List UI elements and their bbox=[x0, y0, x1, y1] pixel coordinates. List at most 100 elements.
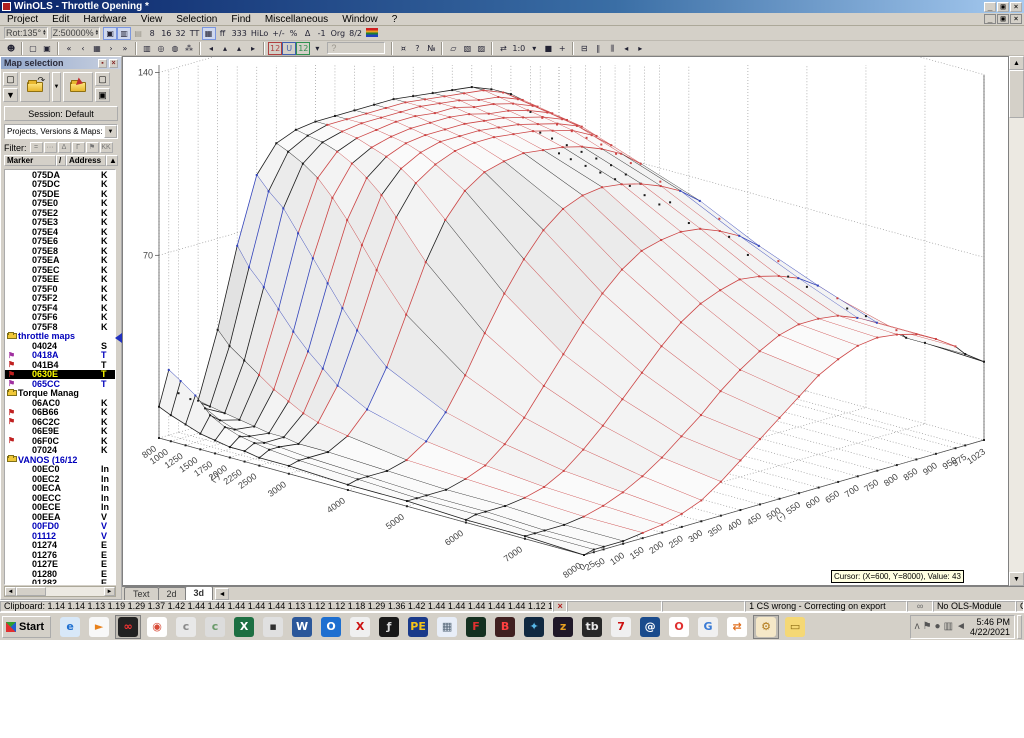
map-row[interactable]: 0127E E bbox=[5, 559, 115, 569]
redo-right-button[interactable]: ▸ bbox=[246, 42, 260, 55]
minimize-button[interactable]: _ bbox=[984, 1, 996, 12]
map-row[interactable]: 075E4 K bbox=[5, 227, 115, 237]
nav-last-button[interactable]: » bbox=[118, 42, 132, 55]
taskbar-calculator-icon[interactable]: ▦ bbox=[434, 615, 460, 639]
map-row[interactable]: ⚑ 06B66 K bbox=[5, 407, 115, 417]
taskbar-opera-app-icon[interactable]: O bbox=[666, 615, 692, 639]
taskbar-script-app-icon[interactable]: ƒ bbox=[376, 615, 402, 639]
map-row[interactable]: 00EEA V bbox=[5, 512, 115, 522]
filter-button-2[interactable]: Δ bbox=[57, 142, 71, 153]
version-12-green-button[interactable]: 12 bbox=[296, 41, 311, 55]
zoom-spinner[interactable]: Z:50000% ▴ ▾ bbox=[50, 27, 101, 39]
paste-map-button[interactable]: ▣ bbox=[95, 88, 110, 102]
copy-map-button[interactable]: ▢ bbox=[95, 72, 110, 86]
map-row[interactable]: 00FD0 V bbox=[5, 521, 115, 531]
taskbar-box-3d-app-icon[interactable]: ⇄ bbox=[724, 615, 750, 639]
menu-selection[interactable]: Selection bbox=[169, 13, 224, 26]
taskbar-app-c-gray-icon[interactable]: c bbox=[173, 615, 199, 639]
taskbar-xee-editor-icon[interactable]: X bbox=[347, 615, 373, 639]
map-row[interactable]: 00ECA In bbox=[5, 483, 115, 493]
map-row[interactable]: 075F2 K bbox=[5, 293, 115, 303]
show-desktop-button[interactable] bbox=[1017, 614, 1022, 639]
close-button[interactable]: × bbox=[1010, 1, 1022, 12]
map-row[interactable]: Torque Manag bbox=[5, 388, 115, 398]
menu-find[interactable]: Find bbox=[224, 13, 257, 26]
checksum-button[interactable]: ◍ bbox=[168, 42, 182, 55]
tab-2d[interactable]: 2d bbox=[157, 587, 186, 600]
swap-versions-button[interactable]: ⇄ bbox=[496, 42, 510, 55]
taskbar-excel-icon[interactable]: X bbox=[231, 615, 257, 639]
map-row[interactable]: 04024 S bbox=[5, 341, 115, 351]
taskbar-tb-app-icon[interactable]: tb bbox=[579, 615, 605, 639]
filter-button-4[interactable]: ⚑ bbox=[85, 142, 99, 153]
taskbar-app-c-green-icon[interactable]: c bbox=[202, 615, 228, 639]
column-slash[interactable]: / bbox=[56, 155, 66, 166]
precision-8bit-button[interactable]: 8 bbox=[145, 27, 159, 40]
map-row[interactable]: ⚑ 0418A T bbox=[5, 350, 115, 360]
client-info-button[interactable]: ☻ bbox=[4, 42, 18, 55]
map-vertical-scrollbar[interactable]: ▲ ▼ bbox=[1009, 56, 1024, 586]
minus-one-button[interactable]: -1 bbox=[315, 27, 329, 40]
hscroll-left-arrow[interactable]: ◄ bbox=[5, 587, 16, 596]
undo-left-button[interactable]: ◂ bbox=[204, 42, 218, 55]
tab-text[interactable]: Text bbox=[124, 587, 159, 600]
column-address[interactable]: Address bbox=[66, 155, 106, 166]
filter-button-5[interactable]: KK bbox=[99, 142, 113, 153]
address-dropdown-button[interactable]: ▾ bbox=[527, 42, 541, 55]
map-row[interactable]: 075E2 K bbox=[5, 208, 115, 218]
window-maps-button[interactable]: ▣ bbox=[40, 42, 54, 55]
map-row[interactable]: 00EC0 In bbox=[5, 464, 115, 474]
mdi-close-button[interactable]: × bbox=[1010, 14, 1022, 24]
map-row[interactable]: 01112 V bbox=[5, 531, 115, 541]
restore-button[interactable]: ▣ bbox=[997, 1, 1009, 12]
save-maps-button[interactable]: ▼ bbox=[3, 88, 18, 102]
view-text-button[interactable]: ▤ bbox=[131, 27, 145, 40]
map-row[interactable]: 075F6 K bbox=[5, 312, 115, 322]
preview-button[interactable]: ◎ bbox=[154, 42, 168, 55]
taskbar-internet-explorer-icon[interactable]: e bbox=[57, 615, 83, 639]
map-row[interactable]: 075EE K bbox=[5, 274, 115, 284]
panel-close-button[interactable]: × bbox=[109, 58, 118, 68]
tray-icon-3[interactable]: ▥ bbox=[944, 621, 953, 632]
hscroll-thumb[interactable] bbox=[16, 587, 46, 596]
open-maplist-dropdown[interactable]: ▼ bbox=[52, 72, 61, 102]
new-map-button[interactable]: ▢ bbox=[3, 72, 18, 86]
map-row[interactable]: 07024 K bbox=[5, 445, 115, 455]
quick-search-box[interactable]: ? bbox=[327, 42, 386, 54]
tile-horizontal-button[interactable]: ⊟ bbox=[577, 42, 591, 55]
nav-first-button[interactable]: « bbox=[62, 42, 76, 55]
taskbar-b-tool-icon[interactable]: B bbox=[492, 615, 518, 639]
start-button[interactable]: Start bbox=[2, 615, 52, 638]
map-row[interactable]: 075DC K bbox=[5, 179, 115, 189]
version-12-red-button[interactable]: 12 bbox=[268, 41, 283, 55]
original-view-button[interactable]: Org bbox=[329, 27, 348, 40]
taskbar-word-icon[interactable]: W bbox=[289, 615, 315, 639]
column-sort[interactable]: ▲ bbox=[106, 155, 118, 166]
help-button[interactable]: ? bbox=[410, 42, 424, 55]
mdi-restore-button[interactable]: ▣ bbox=[997, 14, 1009, 24]
grid-16-button[interactable]: ▦ bbox=[201, 26, 216, 40]
scroll-down-arrow[interactable]: ▼ bbox=[1009, 572, 1024, 586]
list-horizontal-scrollbar[interactable]: ◄ ► bbox=[4, 586, 116, 597]
map-search-button[interactable]: ▥ bbox=[140, 42, 154, 55]
map-row[interactable]: 01276 E bbox=[5, 550, 115, 560]
taskbar-wrench-tool-icon[interactable]: ⚙ bbox=[753, 614, 780, 639]
menu-project[interactable]: Project bbox=[0, 13, 45, 26]
map-row[interactable]: 01274 E bbox=[5, 540, 115, 550]
panel-collapse-arrow-icon[interactable] bbox=[110, 333, 122, 343]
map-row[interactable]: 075E8 K bbox=[5, 246, 115, 256]
tile-vertical-button[interactable]: ∥ bbox=[591, 42, 605, 55]
win-prev-button[interactable]: ◂ bbox=[619, 42, 633, 55]
map-row[interactable]: 00EC2 In bbox=[5, 474, 115, 484]
taskbar-media-player-icon[interactable]: ► bbox=[86, 615, 112, 639]
taskbar-chrome-icon[interactable]: ◉ bbox=[144, 615, 170, 639]
rotation-spinner[interactable]: Rot:135° ▴ ▾ bbox=[4, 27, 48, 39]
map-row[interactable]: 075DA K bbox=[5, 170, 115, 180]
taskbar-g-tool-icon[interactable]: G bbox=[695, 615, 721, 639]
tray-icon-2[interactable]: ● bbox=[935, 621, 941, 632]
taskbar-flash-tool-icon[interactable]: F bbox=[463, 615, 489, 639]
map-3d-view[interactable]: 70 140 800 1000 1250 1500 1750 2000 2250 2500 3000… bbox=[122, 56, 1009, 586]
tab-3d[interactable]: 3d bbox=[184, 586, 214, 600]
version-dropdown-button[interactable]: ▾ bbox=[310, 42, 324, 55]
difference-view-button[interactable]: Δ bbox=[301, 27, 315, 40]
